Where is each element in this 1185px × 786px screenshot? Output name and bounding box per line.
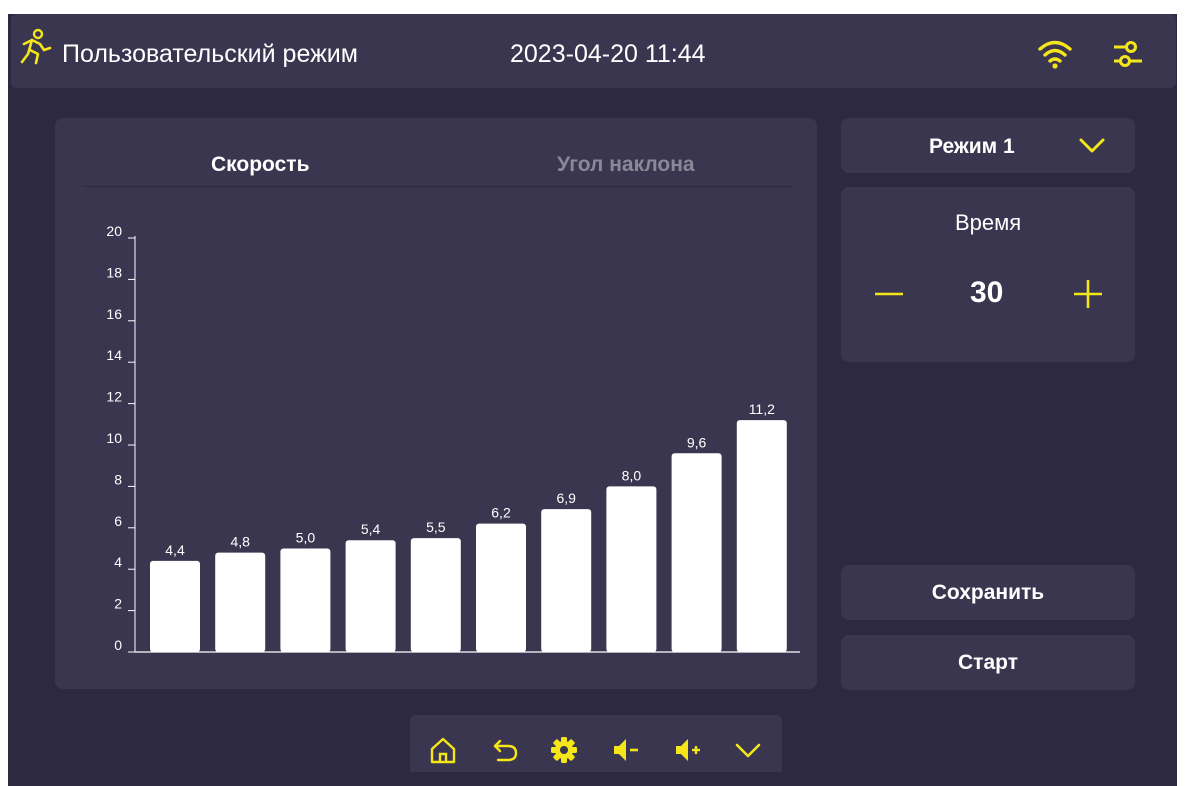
bar-value-label: 5,0 [296, 530, 316, 546]
time-value: 30 [970, 276, 1004, 309]
mode-dropdown-label: Режим 1 [929, 135, 1015, 158]
volume-up-icon[interactable] [673, 735, 703, 765]
filter-settings-icon[interactable] [1110, 36, 1146, 72]
bar-value-label: 11,2 [749, 401, 775, 417]
y-tick-label: 8 [114, 471, 122, 487]
runner-icon [20, 28, 52, 65]
bar-value-label: 9,6 [687, 434, 707, 450]
speed-bar-chart: 0 2 4 6 8 10 12 14 16 18 20 4,4 4,8 5,0 5,4 5,5 6,2 6,9 8,… [106, 223, 800, 653]
start-button[interactable]: Старт [841, 635, 1135, 690]
chart-bar [410, 538, 461, 652]
chart-bar [476, 523, 526, 652]
y-tick-label: 16 [106, 306, 122, 322]
bar-value-label: 5,5 [426, 519, 446, 535]
chart-bar [345, 540, 396, 652]
save-button[interactable]: Сохранить [841, 565, 1135, 620]
y-tick-label: 20 [106, 223, 122, 239]
chart-bar [150, 560, 200, 652]
volume-down-icon[interactable] [611, 735, 641, 765]
bottom-nav-bar [410, 715, 782, 772]
bar-value-label: 6,2 [491, 505, 511, 521]
chart-bar [606, 486, 657, 652]
y-tick-label: 2 [114, 596, 122, 612]
y-tick-label: 0 [114, 637, 122, 653]
chart-bar [671, 453, 722, 652]
y-tick-label: 18 [106, 264, 122, 280]
chevron-down-icon[interactable] [1078, 135, 1106, 157]
chevron-down-icon[interactable] [733, 735, 763, 765]
decrease-time-button[interactable] [873, 278, 905, 310]
chart-bar [280, 548, 331, 652]
increase-time-button[interactable] [1072, 278, 1104, 310]
bar-value-label: 4,4 [165, 542, 185, 558]
bar-value-label: 5,4 [361, 521, 381, 537]
bar-value-label: 6,9 [556, 490, 576, 506]
y-tick-label: 12 [106, 389, 122, 405]
page-title: Пользовательский режим [62, 40, 358, 68]
chart-bar [541, 509, 592, 652]
settings-gear-icon[interactable] [549, 735, 579, 765]
home-icon[interactable] [428, 735, 458, 765]
back-icon[interactable] [490, 735, 520, 765]
y-tick-label: 6 [114, 513, 122, 529]
chart-bar [215, 552, 266, 652]
datetime-display: 2023-04-20 11:44 [510, 40, 706, 68]
y-tick-label: 10 [106, 430, 122, 446]
wifi-icon[interactable] [1037, 38, 1073, 70]
y-tick-label: 4 [114, 554, 122, 570]
chart-bar [736, 420, 787, 652]
bar-value-label: 8,0 [622, 467, 642, 483]
time-label: Время [955, 210, 1022, 235]
y-tick-label: 14 [106, 347, 122, 363]
bar-value-label: 4,8 [230, 534, 250, 550]
